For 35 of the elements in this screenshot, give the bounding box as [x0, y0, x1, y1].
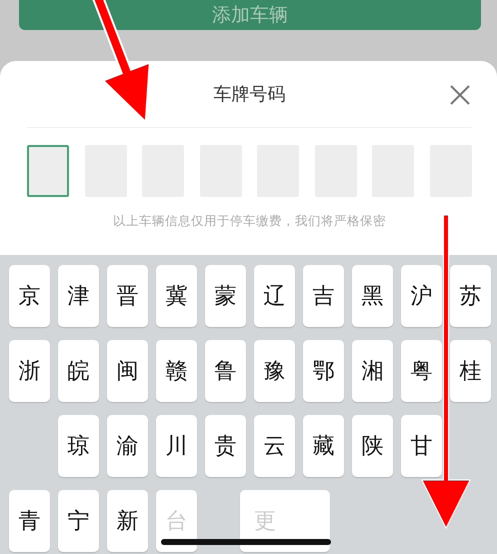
province-key[interactable]: 甘 — [401, 415, 442, 477]
province-key[interactable]: 赣 — [156, 340, 197, 402]
province-key[interactable]: 桂 — [450, 340, 491, 402]
province-key[interactable]: 吉 — [303, 265, 344, 327]
province-key[interactable]: 湘 — [352, 340, 393, 402]
province-key[interactable]: 鲁 — [205, 340, 246, 402]
province-key[interactable]: 渝 — [107, 415, 148, 477]
province-key[interactable]: 辽 — [254, 265, 295, 327]
province-key[interactable]: 新 — [107, 490, 148, 552]
province-key[interactable]: 豫 — [254, 340, 295, 402]
province-key[interactable]: 蒙 — [205, 265, 246, 327]
province-key[interactable]: 粤 — [401, 340, 442, 402]
province-key[interactable]: 宁 — [58, 490, 99, 552]
sheet-title: 车牌号码 — [214, 83, 286, 106]
close-icon[interactable] — [450, 85, 470, 105]
province-key[interactable]: 云 — [254, 415, 295, 477]
province-key[interactable]: 琼 — [58, 415, 99, 477]
province-key[interactable]: 京 — [9, 265, 50, 327]
province-key[interactable]: 冀 — [156, 265, 197, 327]
privacy-note: 以上车辆信息仅用于停车缴费，我们将严格保密 — [112, 213, 387, 230]
province-key[interactable]: 黑 — [352, 265, 393, 327]
province-key[interactable]: 沪 — [401, 265, 442, 327]
province-key[interactable]: 川 — [156, 415, 197, 477]
province-key[interactable]: 晋 — [107, 265, 148, 327]
province-key[interactable]: 贵 — [205, 415, 246, 477]
province-key[interactable]: 苏 — [450, 265, 491, 327]
province-key[interactable]: 浙 — [9, 340, 50, 402]
province-key[interactable]: 闽 — [107, 340, 148, 402]
province-key[interactable]: 青 — [9, 490, 50, 552]
province-key[interactable]: 津 — [58, 265, 99, 327]
plate-character-field[interactable] — [27, 145, 70, 197]
province-key[interactable]: 陕 — [352, 415, 393, 477]
province-key[interactable]: 皖 — [58, 340, 99, 402]
province-key[interactable]: 鄂 — [303, 340, 344, 402]
province-key[interactable]: 藏 — [303, 415, 344, 477]
